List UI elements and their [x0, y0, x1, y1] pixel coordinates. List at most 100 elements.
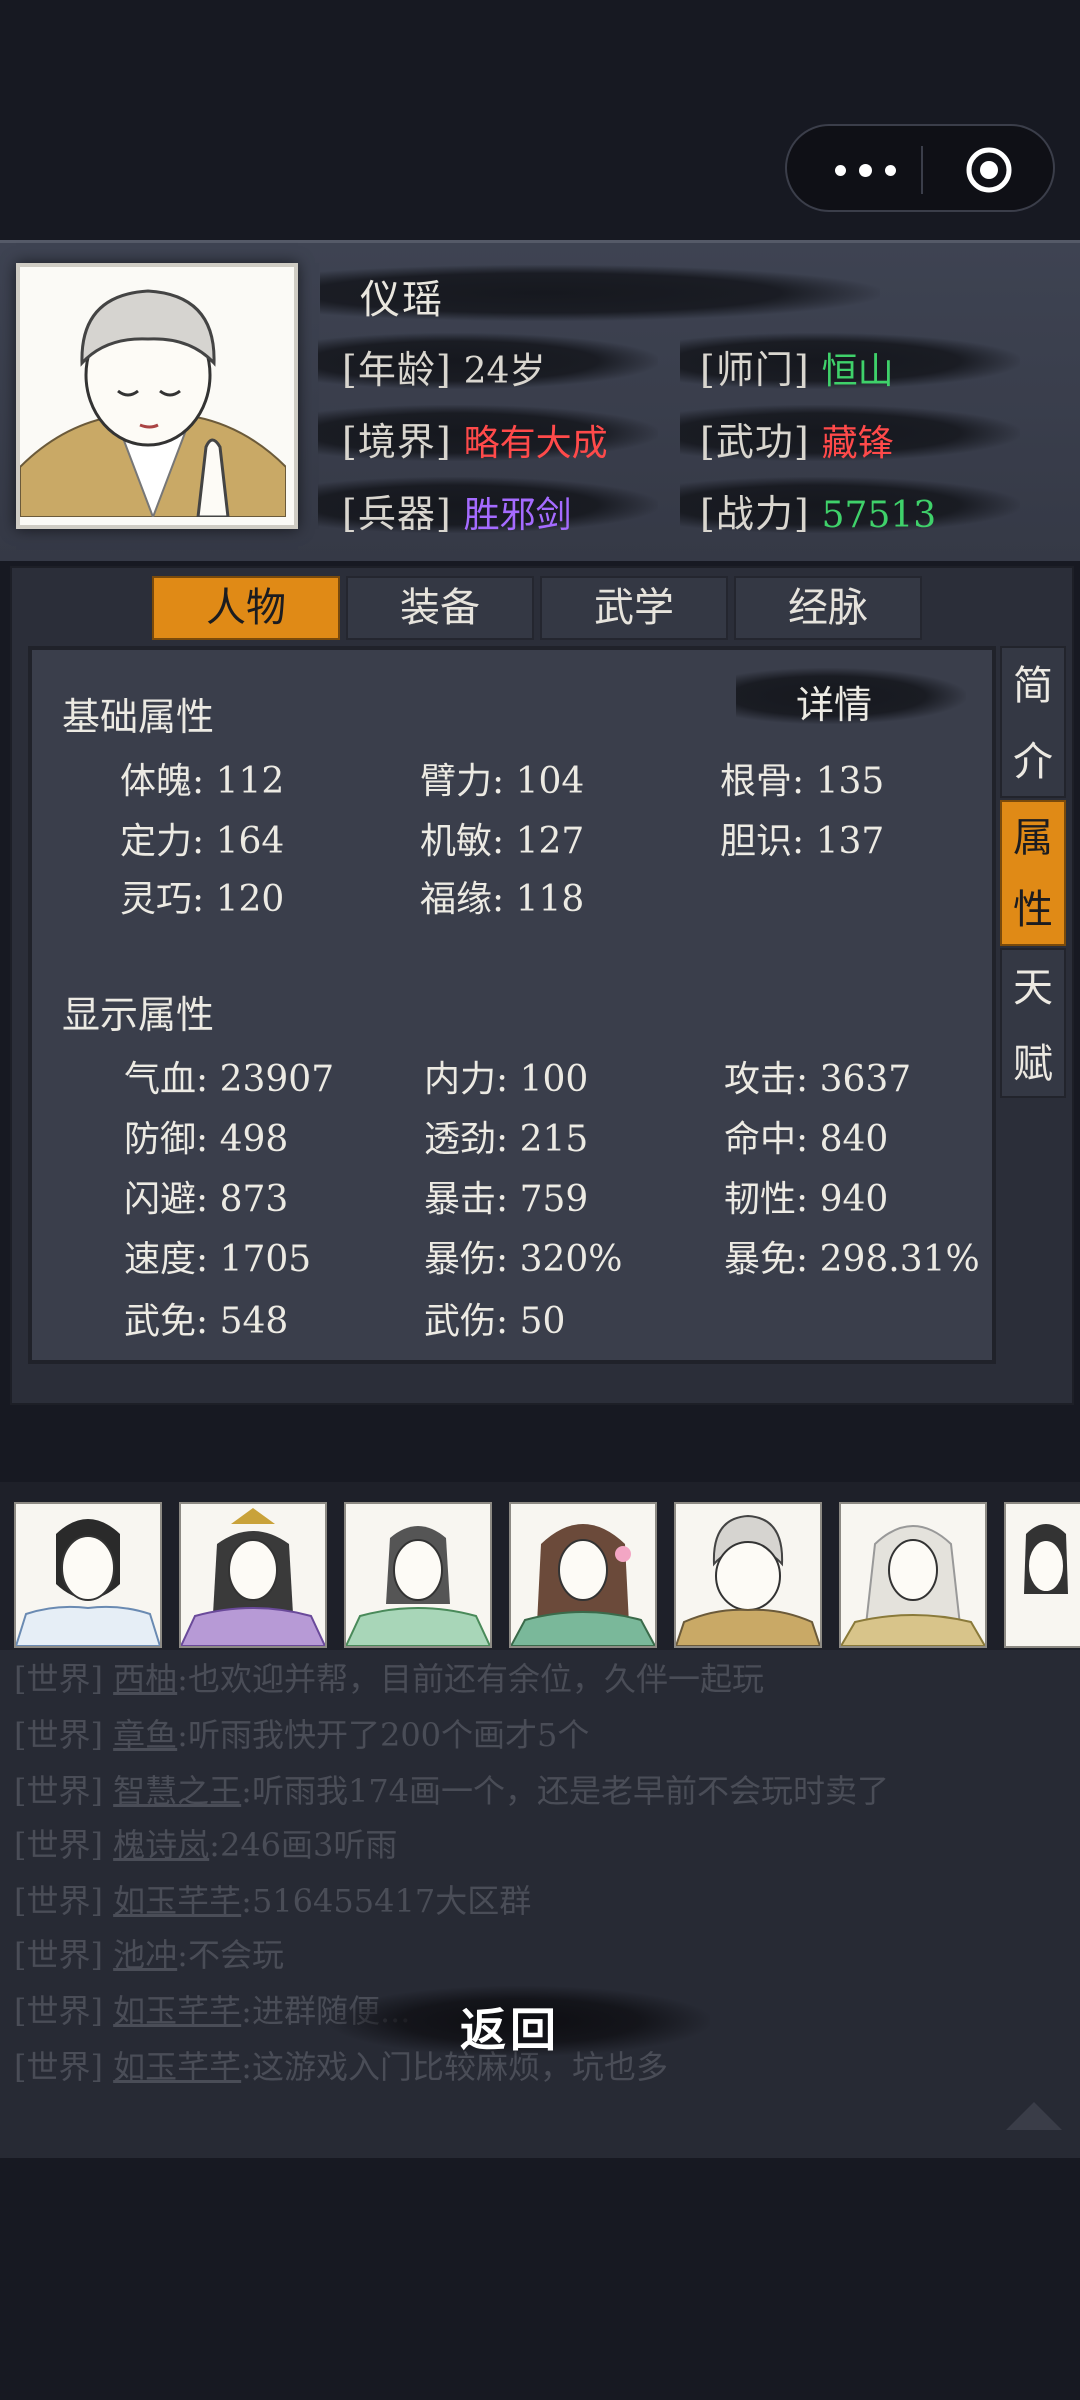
stat-mingzhong: 命中: 840 — [724, 1119, 889, 1160]
skill-row: [武功] 藏锋 — [700, 411, 894, 466]
stat-baoshang: 暴伤: 320% — [424, 1239, 623, 1280]
side-tab-attributes-char1: 属 — [1013, 815, 1053, 861]
roster-portrait[interactable] — [14, 1502, 162, 1648]
stat-gongji: 攻击: 3637 — [724, 1059, 912, 1100]
stat-tipo: 体魄: 112 — [120, 761, 285, 802]
tab-equipment[interactable]: 装备 — [346, 576, 534, 640]
chat-channel: [世界] — [14, 1992, 103, 2030]
roster-portrait[interactable] — [674, 1502, 822, 1648]
realm-label: [境界] — [342, 420, 452, 464]
back-button[interactable]: 返回 — [330, 1986, 710, 2057]
chat-sender[interactable]: 槐诗岚 — [113, 1826, 209, 1864]
chat-channel: [世界] — [14, 2048, 103, 2086]
stat-qixue: 气血: 23907 — [124, 1059, 335, 1100]
chat-line: [世界] 章鱼:听雨我快开了200个画才5个 — [14, 1710, 589, 1756]
chat-sender[interactable]: 西柚 — [113, 1660, 177, 1698]
chat-channel: [世界] — [14, 1772, 103, 1810]
realm-row: [境界] 略有大成 — [342, 411, 608, 466]
stat-sudu: 速度: 1705 — [124, 1239, 312, 1280]
stat-lingqiao: 灵巧: 120 — [120, 879, 285, 920]
chat-channel: [世界] — [14, 1936, 103, 1974]
stat-fuyuan: 福缘: 118 — [420, 879, 585, 920]
chat-message: :也欢迎并帮，目前还有余位，久伴一起玩 — [177, 1660, 764, 1698]
character-header: 仪瑶 [年龄] 24岁 [师门] 恒山 [境界] 略有大成 [武功] 藏锋 [兵器] 胜邪… — [0, 240, 1080, 561]
roster-portrait[interactable] — [1004, 1502, 1080, 1648]
stat-toujin: 透劲: 215 — [424, 1119, 589, 1160]
chat-sender[interactable]: 章鱼 — [113, 1716, 177, 1754]
side-tab-talent-char1: 天 — [1013, 965, 1053, 1011]
stat-baomian: 暴免: 298.31% — [724, 1239, 980, 1280]
chat-message: :听雨我174画一个，还是老早前不会玩时卖了 — [241, 1772, 890, 1810]
chat-line: [世界] 西柚:也欢迎并帮，目前还有余位，久伴一起玩 — [14, 1654, 764, 1700]
tab-character[interactable]: 人物 — [152, 576, 340, 640]
roster-portrait[interactable] — [839, 1502, 987, 1648]
age-value: 24岁 — [463, 351, 546, 392]
skill-label: [武功] — [700, 420, 810, 464]
stat-dingli: 定力: 164 — [120, 821, 285, 862]
roster-portrait[interactable] — [509, 1502, 657, 1648]
more-icon[interactable] — [827, 152, 907, 188]
chat-line: [世界] 如玉芊芊:516455417大区群 — [14, 1876, 531, 1922]
chat-channel: [世界] — [14, 1660, 103, 1698]
chat-message: :246画3听雨 — [209, 1826, 398, 1864]
basic-attributes-title: 基础属性 — [62, 695, 215, 739]
tab-meridians[interactable]: 经脉 — [734, 576, 922, 640]
side-tab-intro-char1: 简 — [1013, 663, 1053, 709]
stat-wumian: 武免: 548 — [124, 1301, 289, 1342]
chat-channel: [世界] — [14, 1716, 103, 1754]
realm-value: 略有大成 — [463, 423, 608, 464]
side-tab-attributes-char2: 性 — [1013, 887, 1053, 933]
chat-line: [世界] 智慧之王:听雨我174画一个，还是老早前不会玩时卖了 — [14, 1766, 889, 1812]
mini-program-capsule — [785, 124, 1055, 212]
stat-shanbi: 闪避: 873 — [124, 1179, 289, 1220]
chat-sender[interactable]: 如玉芊芊 — [113, 2048, 241, 2086]
chat-channel: [世界] — [14, 1826, 103, 1864]
side-tab-talent-char2: 赋 — [1013, 1041, 1053, 1087]
stat-wushang: 武伤: 50 — [424, 1301, 566, 1342]
close-target-icon[interactable] — [965, 146, 1013, 194]
tab-martial-arts[interactable]: 武学 — [540, 576, 728, 640]
chat-message: :不会玩 — [177, 1936, 284, 1974]
character-portrait — [16, 263, 298, 529]
chat-message: :516455417大区群 — [241, 1882, 532, 1920]
chat-sender[interactable]: 池冲 — [113, 1936, 177, 1974]
age-row: [年龄] 24岁 — [342, 339, 545, 394]
age-label: [年龄] — [342, 348, 452, 392]
side-tab-attributes[interactable]: 属 性 — [1000, 800, 1066, 946]
power-label: [战力] — [700, 492, 810, 536]
sect-value: 恒山 — [821, 351, 894, 392]
stat-baoji: 暴击: 759 — [424, 1179, 589, 1220]
side-tab-talent[interactable]: 天 赋 — [1000, 948, 1066, 1098]
chat-line: [世界] 槐诗岚:246画3听雨 — [14, 1820, 397, 1866]
roster-portrait[interactable] — [344, 1502, 492, 1648]
stat-jimin: 机敏: 127 — [420, 821, 585, 862]
power-row: [战力] 57513 — [700, 483, 936, 538]
weapon-value: 胜邪剑 — [463, 495, 572, 536]
chat-line: [世界] 池冲:不会玩 — [14, 1930, 284, 1976]
stat-danshi: 胆识: 137 — [720, 821, 885, 862]
detail-button[interactable]: 详情 — [736, 666, 966, 727]
sect-row: [师门] 恒山 — [700, 339, 894, 394]
stat-renxing: 韧性: 940 — [724, 1179, 889, 1220]
side-tab-intro-char2: 介 — [1013, 739, 1053, 785]
chat-sender[interactable]: 如玉芊芊 — [113, 1992, 241, 2030]
stat-neili: 内力: 100 — [424, 1059, 589, 1100]
expand-chat-arrow-icon[interactable] — [1006, 2100, 1062, 2130]
side-tab-intro[interactable]: 简 介 — [1000, 646, 1066, 798]
power-value: 57513 — [821, 495, 937, 536]
capsule-divider — [921, 146, 923, 194]
back-label: 返回 — [460, 2003, 560, 2057]
chat-message: :听雨我快开了200个画才5个 — [177, 1716, 590, 1754]
character-name: 仪瑶 — [360, 277, 444, 323]
weapon-row: [兵器] 胜邪剑 — [342, 483, 572, 538]
stat-bili: 臂力: 104 — [420, 761, 585, 802]
stat-gengu: 根骨: 135 — [720, 761, 885, 802]
chat-sender[interactable]: 智慧之王 — [113, 1772, 241, 1810]
stat-fangyu: 防御: 498 — [124, 1119, 289, 1160]
weapon-label: [兵器] — [342, 492, 452, 536]
chat-sender[interactable]: 如玉芊芊 — [113, 1882, 241, 1920]
display-attributes-title: 显示属性 — [62, 993, 215, 1037]
detail-label: 详情 — [796, 683, 873, 727]
roster-portrait[interactable] — [179, 1502, 327, 1648]
skill-value: 藏锋 — [821, 423, 894, 464]
